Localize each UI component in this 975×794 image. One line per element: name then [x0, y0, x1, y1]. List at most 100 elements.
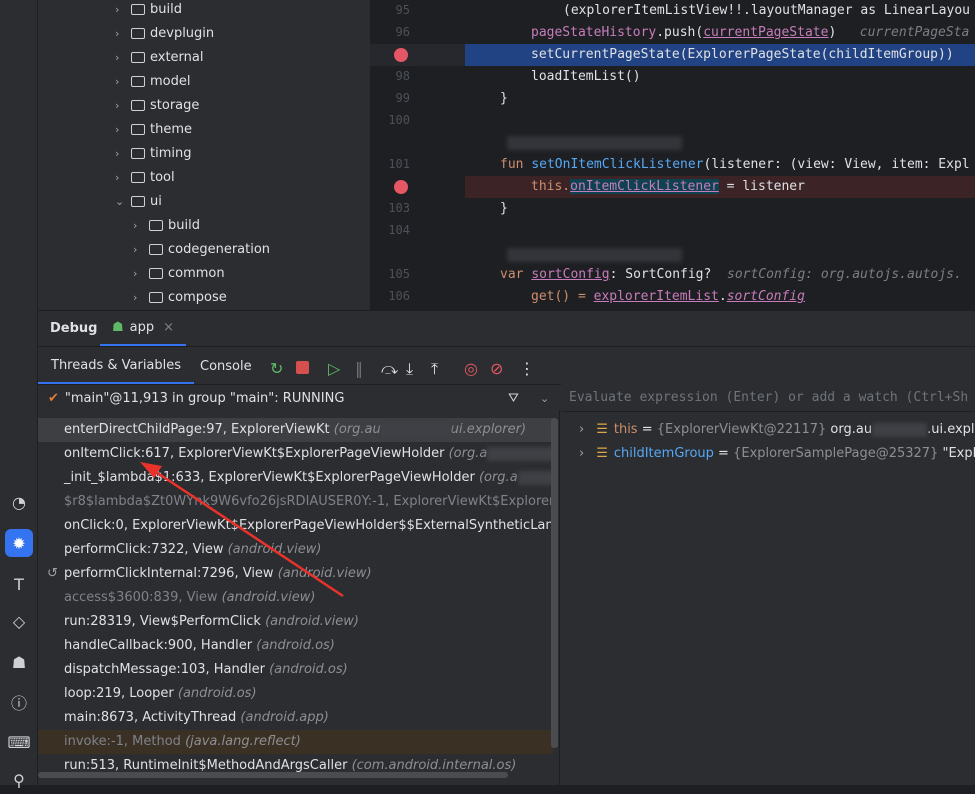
redacted-author — [507, 248, 682, 262]
equals: = — [637, 422, 657, 437]
chevron-down-icon[interactable]: ⌄ — [540, 392, 549, 405]
git-icon[interactable]: ⚲ — [5, 766, 33, 794]
redacted — [380, 422, 451, 437]
breakpoint-icon[interactable] — [394, 48, 408, 62]
tab-app[interactable]: ☗ app × — [100, 311, 187, 346]
scrollbar[interactable] — [551, 418, 558, 748]
stack-frame[interactable]: performClick:7322, View (android.view) — [38, 538, 553, 562]
logcat-icon[interactable]: ☗ — [5, 648, 33, 676]
code-line-102: this.onItemClickListener = listener — [465, 176, 975, 198]
tree-item[interactable]: › timing — [115, 141, 191, 165]
stack-frame[interactable]: onClick:0, ExplorerViewKt$ExplorerPageVi… — [38, 514, 553, 538]
variable-row[interactable]: › ☰ this = {ExplorerViewKt@22117} org.au .u… — [561, 418, 975, 442]
stack-frame[interactable]: _init_$lambda$1:633, ExplorerViewKt$Expl… — [38, 466, 553, 490]
tab-console[interactable]: Console — [200, 349, 252, 384]
chevron-right-icon[interactable]: › — [133, 243, 149, 256]
folder-icon — [149, 291, 163, 303]
chevron-right-icon[interactable]: › — [115, 171, 131, 184]
variable-row[interactable]: › ☰ childItemGroup = {ExplorerSamplePage@2… — [561, 442, 975, 466]
resume-icon[interactable]: ▷ — [328, 359, 340, 378]
tree-item[interactable]: › compose — [133, 285, 227, 309]
chevron-down-icon[interactable]: ⌄ — [115, 195, 131, 208]
step-into-icon[interactable]: ⤓ — [406, 359, 413, 379]
project-tree: › build › devplugin › external › model › storage ›… — [38, 0, 370, 310]
breakpoint-icon[interactable] — [394, 180, 408, 194]
chevron-right-icon[interactable]: › — [579, 446, 584, 461]
stack-frame[interactable]: handleCallback:900, Handler (android.os) — [38, 634, 553, 658]
stack-frame[interactable]: $r8$lambda$Zt0WYnk9W6vfo26jsRDIAUSER0Y:-… — [38, 490, 553, 514]
stack-frames-list[interactable]: enterDirectChildPage:97, ExplorerViewKt … — [38, 410, 560, 785]
chevron-right-icon[interactable]: › — [133, 219, 149, 232]
tree-item[interactable]: › devplugin — [115, 21, 214, 45]
chevron-right-icon[interactable]: › — [133, 291, 149, 304]
close-icon[interactable]: × — [163, 320, 174, 335]
tab-threads-variables[interactable]: Threads & Variables — [38, 349, 195, 384]
frame-package: (java.lang.reflect) — [185, 734, 301, 749]
android-icon: ☗ — [112, 320, 124, 335]
profiler-icon[interactable]: ◔ — [5, 488, 33, 516]
stack-frame[interactable]: run:28319, View$PerformClick (android.vi… — [38, 610, 553, 634]
tree-item[interactable]: › model — [115, 69, 190, 93]
chevron-right-icon[interactable]: › — [115, 99, 131, 112]
debug-title: Debug — [50, 321, 98, 336]
stack-frame[interactable]: invoke:-1, Method (java.lang.reflect) — [38, 730, 553, 754]
step-out-icon[interactable]: ⤒ — [431, 359, 438, 379]
tree-item-label: model — [150, 73, 191, 89]
stack-frame[interactable]: onItemClick:617, ExplorerViewKt$Explorer… — [38, 442, 553, 466]
step-over-icon[interactable]: ⤼ — [381, 359, 398, 379]
tree-item[interactable]: › build — [115, 0, 182, 21]
frame-method: performClick:7322, View — [64, 542, 228, 557]
problems-icon[interactable]: ⓘ — [5, 688, 33, 716]
chevron-right-icon[interactable]: › — [133, 267, 149, 280]
tree-item[interactable]: › storage — [115, 93, 199, 117]
tree-item[interactable]: › tool — [115, 165, 175, 189]
filter-icon[interactable]: ⛛ — [508, 391, 519, 406]
tree-item[interactable]: ⌄ ui — [115, 189, 162, 213]
tab-label: app — [129, 320, 155, 335]
tree-item[interactable]: › theme — [115, 117, 192, 141]
stack-frame[interactable]: main:8673, ActivityThread (android.app) — [38, 706, 553, 730]
code: sortConfig — [531, 267, 610, 282]
folder-icon — [131, 99, 145, 111]
frame-method: handleCallback:900, Handler — [64, 638, 257, 653]
stack-frame[interactable]: access$3600:839, View (android.view) — [38, 586, 553, 610]
thread-selector[interactable]: ✔ "main"@11,913 in group "main": RUNNING… — [38, 385, 560, 412]
debug-icon[interactable]: ✹ — [5, 529, 33, 557]
tree-item[interactable]: › external — [115, 45, 204, 69]
code-line-95: (explorerItemListView!!.layoutManager as… — [563, 3, 970, 18]
build-icon[interactable]: T — [5, 570, 33, 598]
chevron-right-icon[interactable]: › — [115, 51, 131, 64]
terminal-icon[interactable]: ⌨ — [5, 728, 33, 756]
tree-item[interactable]: › common — [133, 261, 225, 285]
evaluate-expression-input[interactable]: Evaluate expression (Enter) or add a wat… — [561, 383, 975, 412]
chevron-right-icon[interactable]: › — [115, 3, 131, 16]
stack-frame[interactable]: loop:219, Looper (android.os) — [38, 682, 553, 706]
tree-item-label: tool — [150, 169, 175, 185]
chevron-right-icon[interactable]: › — [115, 27, 131, 40]
view-breakpoints-icon[interactable]: ◎ — [464, 359, 478, 378]
horizontal-scrollbar[interactable] — [38, 772, 508, 778]
code-line-106: get() = explorerItemList.sortConfig — [465, 286, 975, 308]
pause-icon[interactable]: ‖ — [355, 359, 363, 378]
stack-frame[interactable]: dispatchMessage:103, Handler (android.os… — [38, 658, 553, 682]
code-editor[interactable]: 95 96 98 99 100 101 103 104 105 106 (explorerItem… — [370, 0, 975, 310]
tree-item[interactable]: › codegeneration — [133, 237, 270, 261]
tree-item-label: build — [168, 217, 200, 233]
gem-icon[interactable]: ◇ — [5, 607, 33, 635]
stack-frame[interactable]: enterDirectChildPage:97, ExplorerViewKt … — [38, 418, 553, 442]
mute-breakpoints-icon[interactable]: ⊘ — [490, 359, 503, 378]
stack-frame[interactable]: ↺ performClickInternal:7296, View (androi… — [38, 562, 553, 586]
chevron-right-icon[interactable]: › — [579, 422, 584, 437]
chevron-right-icon[interactable]: › — [115, 75, 131, 88]
line-number: 105 — [388, 267, 410, 281]
code-line-99: } — [500, 91, 508, 106]
chevron-right-icon[interactable]: › — [115, 147, 131, 160]
tree-item[interactable]: › build — [133, 213, 200, 237]
chevron-right-icon[interactable]: › — [115, 123, 131, 136]
field-icon: ☰ — [596, 422, 608, 437]
more-icon[interactable]: ⋮ — [519, 359, 535, 378]
rerun-icon[interactable]: ↻ — [270, 359, 283, 378]
stop-icon[interactable] — [296, 361, 309, 374]
line-number: 103 — [388, 201, 410, 215]
equals: = — [713, 446, 734, 461]
